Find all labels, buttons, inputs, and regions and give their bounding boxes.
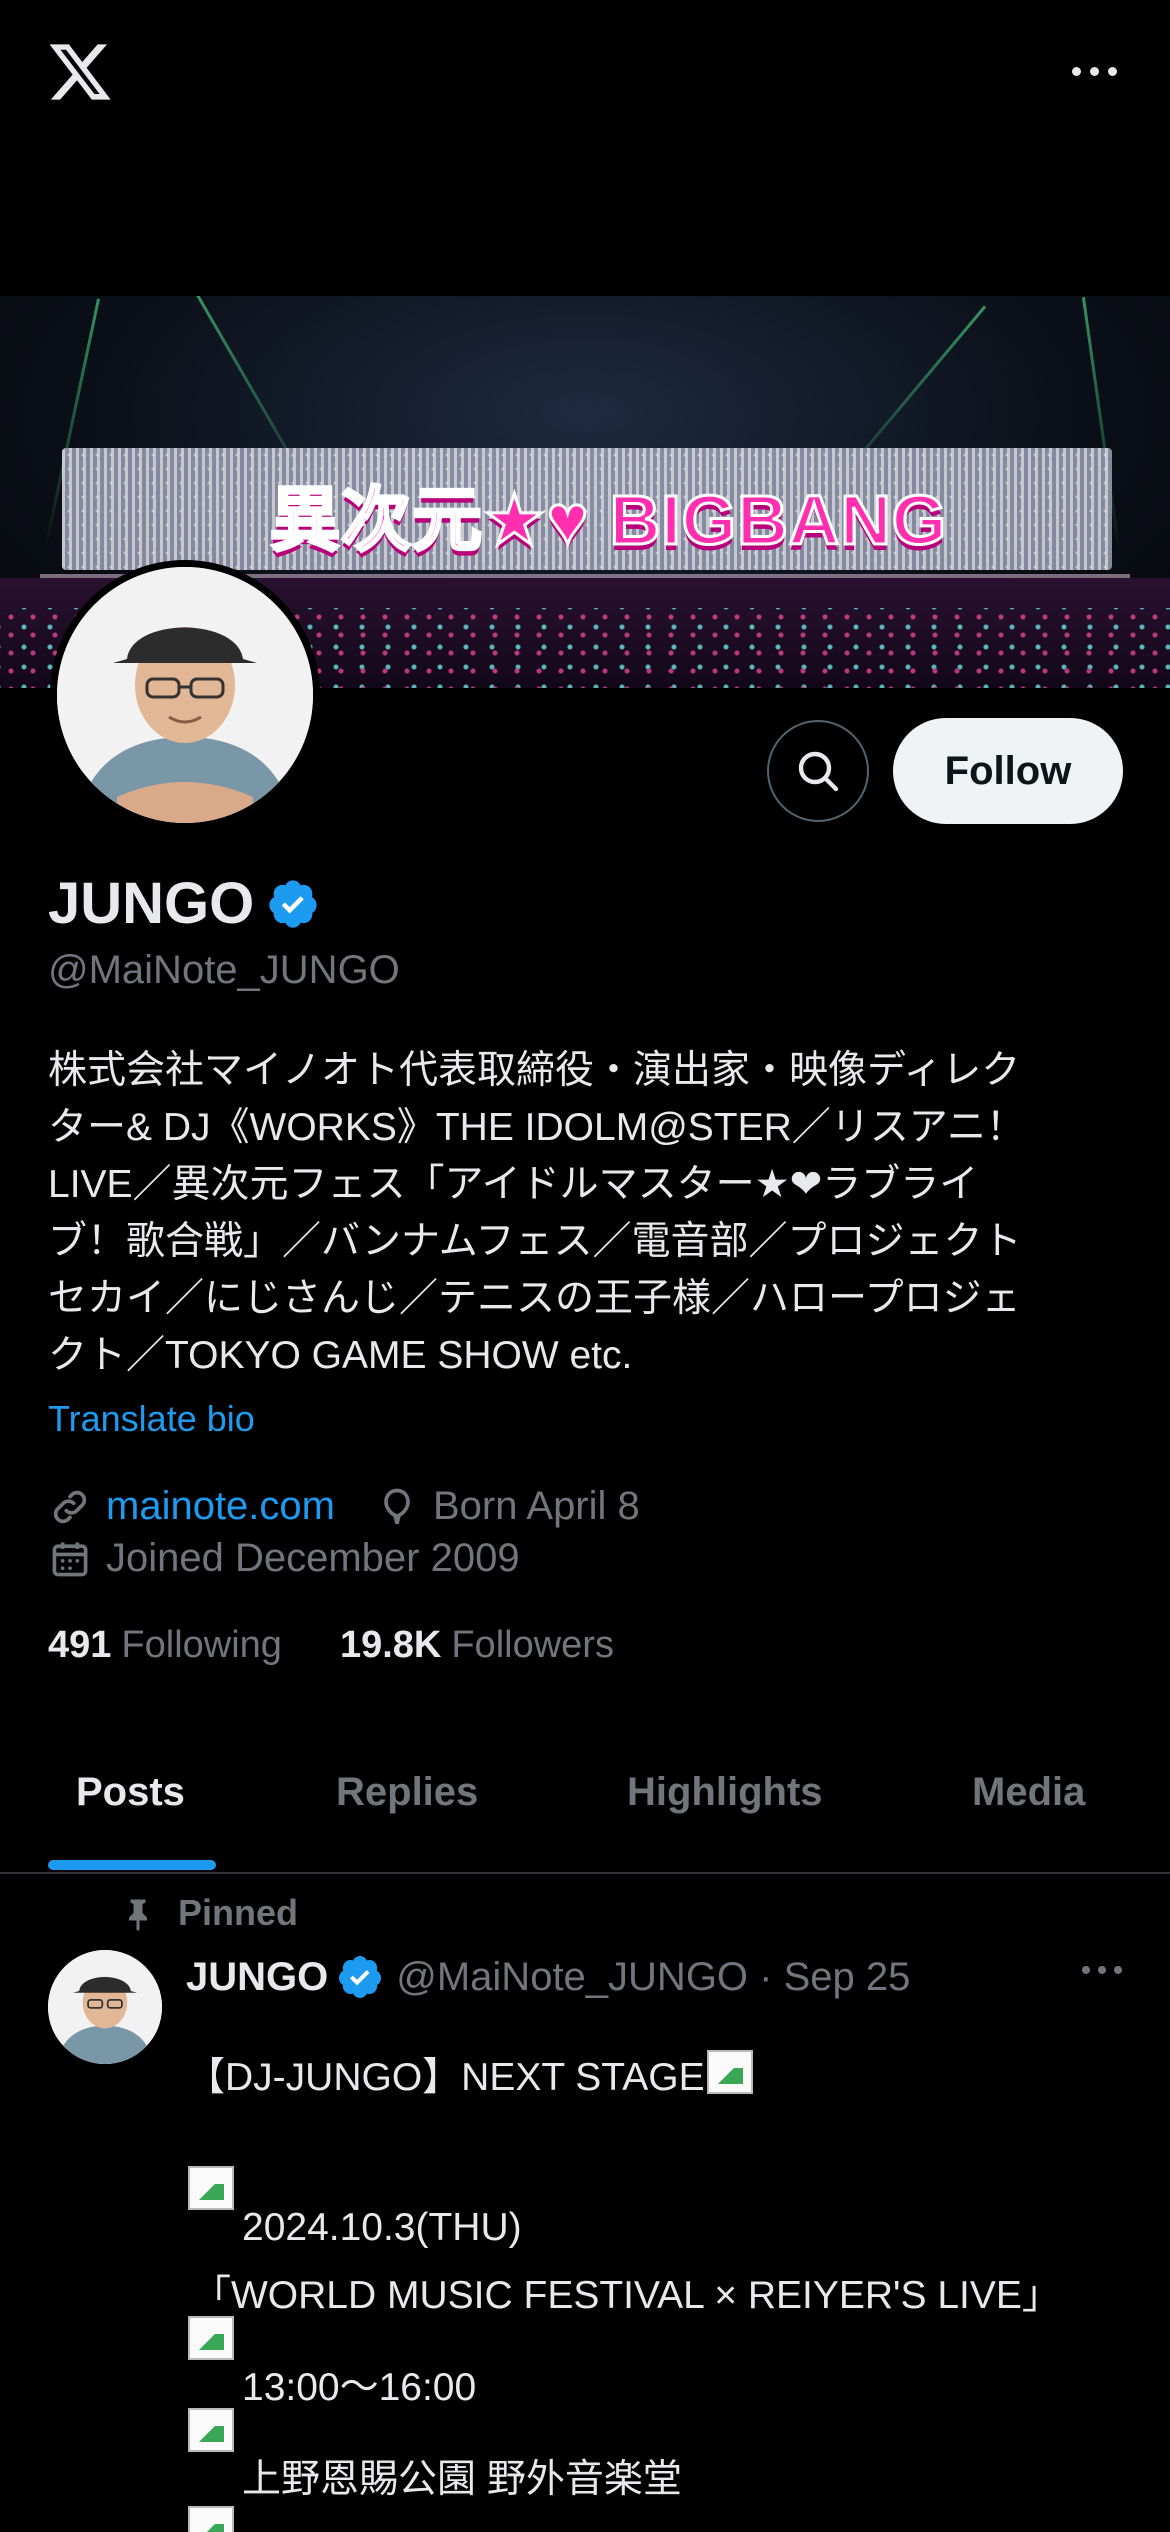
following-label: Following — [121, 1624, 282, 1666]
avatar-photo-small — [48, 1950, 162, 2064]
post-line: 13:00〜16:00 — [242, 2366, 477, 2409]
profile-joined-row: Joined December 2009 — [48, 1536, 520, 1581]
profile-meta-row: mainote.com Born April 8 — [48, 1484, 640, 1529]
post-handle-date: @MaiNote_JUNGO · Sep 25 — [396, 1954, 911, 1999]
banner-title: 異次元★♥ BIGBANG — [268, 480, 948, 561]
x-logo-icon[interactable] — [44, 38, 116, 106]
post-line — [186, 2404, 234, 2452]
broken-image-icon — [186, 2404, 234, 2452]
pinned-label-row: Pinned — [120, 1892, 298, 1934]
post-line — [186, 2162, 234, 2210]
post-author-avatar[interactable] — [48, 1950, 162, 2064]
verified-badge-icon[interactable] — [266, 877, 320, 931]
active-tab-indicator — [48, 1860, 216, 1870]
profile-bio: 株式会社マイノオト代表取締役・演出家・映像ディレク ター& DJ《WORKS》T… — [48, 1049, 1026, 1377]
post-line: 【DJ-JUNGO】NEXT STAGE — [186, 2046, 753, 2102]
profile-name-row: JUNGO — [48, 870, 320, 937]
website-link[interactable]: mainote.com — [106, 1484, 335, 1529]
post-line: 上野恩賜公園 野外音楽堂 — [242, 2458, 682, 2501]
follow-button[interactable]: Follow — [893, 718, 1123, 824]
display-name: JUNGO — [48, 871, 255, 936]
following-count: 491 — [48, 1624, 112, 1666]
post-line: 2024.10.3(THU) — [242, 2206, 522, 2249]
calendar-icon — [52, 1542, 88, 1576]
following-stat[interactable]: 491 Following — [48, 1624, 282, 1667]
link-icon — [53, 1490, 87, 1523]
tab-highlights[interactable]: Highlights — [627, 1770, 823, 1815]
post-more-icon[interactable] — [1082, 1966, 1122, 1974]
translate-bio-link[interactable]: Translate bio — [48, 1398, 255, 1440]
search-profile-button[interactable] — [767, 720, 869, 822]
followers-count: 19.8K — [339, 1624, 442, 1666]
joined-text: Joined December 2009 — [106, 1536, 520, 1580]
tab-posts[interactable]: Posts — [76, 1770, 185, 1815]
more-options-icon[interactable] — [1064, 56, 1124, 86]
top-bar — [0, 0, 1170, 150]
balloon-icon — [384, 1488, 410, 1524]
tab-replies[interactable]: Replies — [336, 1770, 478, 1815]
post-line: 「WORLD MUSIC FESTIVAL × REIYER'S LIVE」 — [192, 2274, 1061, 2317]
search-icon — [798, 751, 839, 792]
birthday-text: Born April 8 — [432, 1484, 640, 1528]
followers-stat[interactable]: 19.8K Followers — [340, 1624, 614, 1667]
post-header: JUNGO @MaiNote_JUNGO · Sep 25 — [186, 1953, 910, 2001]
tab-media[interactable]: Media — [972, 1770, 1085, 1815]
broken-image-icon — [705, 2046, 753, 2094]
broken-image-icon — [186, 2162, 234, 2210]
broken-image-icon — [186, 2312, 234, 2360]
post-line — [186, 2502, 234, 2532]
followers-label: Followers — [451, 1624, 614, 1666]
avatar-photo — [57, 567, 313, 823]
post-line — [186, 2312, 234, 2360]
post-author-name[interactable]: JUNGO — [186, 1955, 328, 2000]
profile-handle: @MaiNote_JUNGO — [48, 948, 400, 992]
verified-badge-icon — [339, 1956, 382, 1998]
pinned-label: Pinned — [178, 1892, 299, 1933]
profile-avatar[interactable] — [50, 560, 320, 830]
profile-tabs: Posts Replies Highlights Media — [0, 1740, 1170, 1874]
follow-stats: 491 Following 19.8K Followers — [48, 1624, 614, 1667]
pin-icon — [129, 1899, 147, 1931]
broken-image-icon — [186, 2502, 234, 2532]
